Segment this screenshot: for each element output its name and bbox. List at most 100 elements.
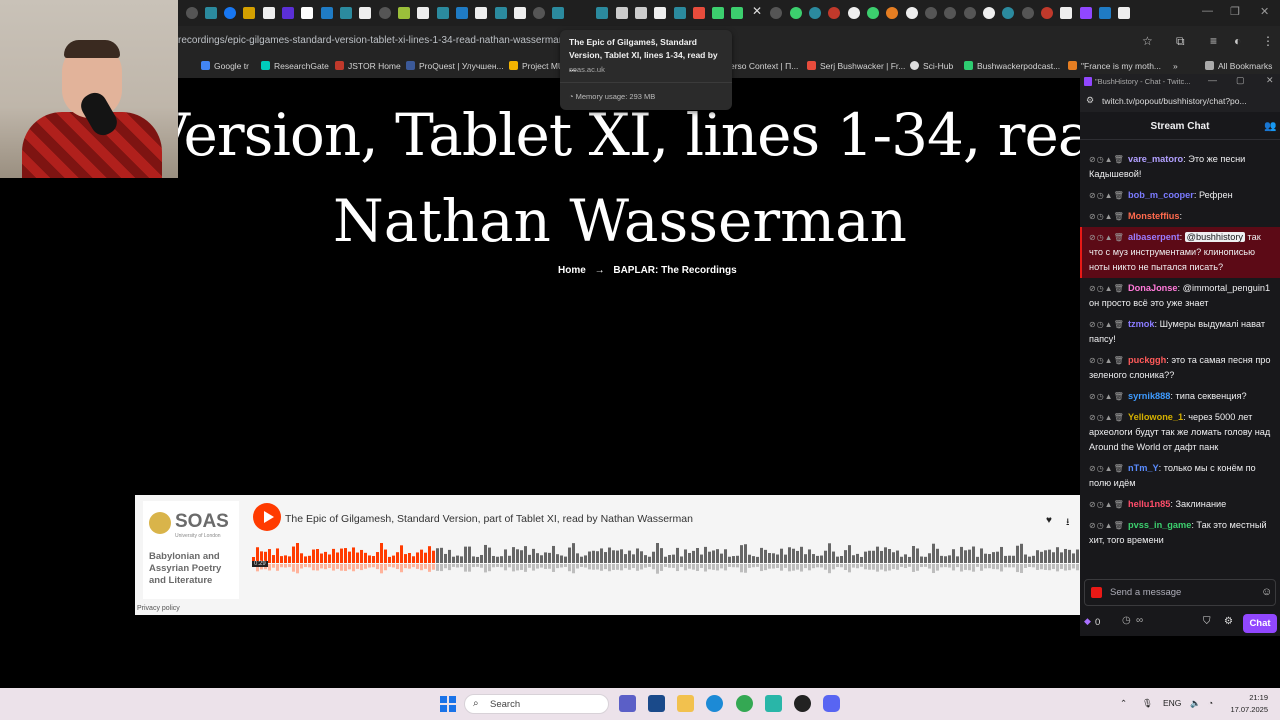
tab-favicon-icon[interactable]: [886, 7, 898, 19]
bookmark-item[interactable]: erso Context | П...: [730, 61, 798, 71]
tab-favicon-icon[interactable]: [514, 7, 526, 19]
tab-favicon-icon[interactable]: [1080, 7, 1092, 19]
minimize-icon[interactable]: —: [1202, 5, 1213, 17]
tab-favicon-icon[interactable]: [635, 7, 647, 19]
chat-send-button[interactable]: Chat: [1243, 614, 1277, 633]
chat-username[interactable]: DonaJonse: [1128, 283, 1178, 293]
bookmark-item[interactable]: Serj Bushwacker | Fr...: [807, 61, 905, 71]
tab-favicon-icon[interactable]: [1002, 7, 1014, 19]
tab-favicon-icon[interactable]: [282, 7, 294, 19]
waveform[interactable]: [252, 543, 1080, 583]
tab-favicon-icon[interactable]: [552, 7, 564, 19]
mod-tools-icon[interactable]: ⊘◷▲🗑: [1089, 464, 1128, 473]
mod-tools-icon[interactable]: ⊘◷▲🗑: [1089, 284, 1128, 293]
chat-username[interactable]: syrnik888: [1128, 391, 1170, 401]
tab-favicon-icon[interactable]: [809, 7, 821, 19]
chat-message[interactable]: ⊘◷▲🗑 Yellowone_1: через 5000 лет археоло…: [1080, 407, 1280, 458]
bookmark-star-icon[interactable]: ☆: [1142, 34, 1153, 48]
tray-overflow-icon[interactable]: ⌃: [1120, 698, 1127, 709]
tab-favicon-icon[interactable]: [379, 7, 391, 19]
tab-favicon-icon[interactable]: [790, 7, 802, 19]
tab-favicon-icon[interactable]: [964, 7, 976, 19]
tab-favicon-icon[interactable]: [243, 7, 255, 19]
tab-favicon-icon[interactable]: [495, 7, 507, 19]
tab-favicon-icon[interactable]: [301, 7, 313, 19]
chat-username[interactable]: tzmok: [1128, 319, 1155, 329]
chat-message[interactable]: ⊘◷▲🗑 puckggh: это та самая песня про зел…: [1080, 350, 1280, 386]
discord-icon[interactable]: [823, 695, 840, 712]
language-indicator[interactable]: ENG: [1163, 698, 1181, 708]
tab-favicon-icon[interactable]: [596, 7, 608, 19]
chat-message[interactable]: ⊘◷▲🗑 DonaJonse: @immortal_penguin1 он пр…: [1080, 278, 1280, 314]
tab-favicon-icon[interactable]: [205, 7, 217, 19]
mic-tray-icon[interactable]: 🎙: [1142, 698, 1153, 709]
tab-favicon-icon[interactable]: [616, 7, 628, 19]
bookmark-item[interactable]: Google tr: [201, 61, 249, 71]
close-window-icon[interactable]: ✕: [1260, 5, 1269, 18]
breadcrumb-current[interactable]: BAPLAR: The Recordings: [613, 265, 736, 276]
chrome-icon[interactable]: [736, 695, 753, 712]
chat-username[interactable]: hellu1n85: [1128, 499, 1170, 509]
obs-icon[interactable]: [794, 695, 811, 712]
tab-favicon-icon[interactable]: [456, 7, 468, 19]
tab-favicon-icon[interactable]: [983, 7, 995, 19]
chat-message[interactable]: ⊘◷▲🗑 albaserpent: @bushhistory так что с…: [1080, 227, 1280, 278]
bookmark-item[interactable]: Project MU: [509, 61, 564, 71]
bookmarks-overflow-button[interactable]: »: [1173, 61, 1178, 71]
tab-favicon-icon[interactable]: [654, 7, 666, 19]
chat-username[interactable]: nTm_Y: [1128, 463, 1159, 473]
mod-tools-icon[interactable]: ⊘◷▲🗑: [1089, 413, 1128, 422]
all-bookmarks-button[interactable]: All Bookmarks: [1205, 61, 1272, 71]
chat-message[interactable]: ⊘◷▲🗑 Monsteffius:: [1080, 206, 1280, 227]
chat-message[interactable]: ⊘◷▲🗑 hellu1n85: Заклинание: [1080, 494, 1280, 515]
channel-points-icon[interactable]: [1091, 587, 1102, 598]
bookmark-item[interactable]: ProQuest | Улучшен...: [406, 61, 504, 71]
close-window-icon[interactable]: ✕: [1266, 75, 1274, 86]
chat-message[interactable]: ⊘◷▲🗑 tzmok: Шумеры выдумалі нават папсу!: [1080, 314, 1280, 350]
bits-icon[interactable]: ◆: [1084, 616, 1091, 627]
tab-favicon-icon[interactable]: [731, 7, 743, 19]
breadcrumb-home-link[interactable]: Home: [558, 265, 586, 276]
like-heart-icon[interactable]: ♥: [1046, 515, 1052, 526]
timer-icon[interactable]: ◷: [1122, 615, 1131, 626]
tab-favicon-icon[interactable]: [925, 7, 937, 19]
tab-favicon-icon[interactable]: [712, 7, 724, 19]
browser-app-icon[interactable]: [765, 695, 782, 712]
chat-message[interactable]: ⊘◷▲🗑 bob_m_cooper: Рефрен: [1080, 185, 1280, 206]
mod-tools-icon[interactable]: ⊘◷▲🗑: [1089, 191, 1128, 200]
maximize-icon[interactable]: ❐: [1230, 5, 1240, 18]
media-icon[interactable]: ≡: [1210, 34, 1217, 48]
tab-favicon-icon[interactable]: [340, 7, 352, 19]
windows-start-icon[interactable]: [440, 696, 456, 712]
soas-logo-box[interactable]: SOAS University of London Babylonian and…: [143, 501, 239, 599]
chat-mention[interactable]: @bushhistory: [1184, 232, 1245, 242]
bookmark-item[interactable]: JSTOR Home: [335, 61, 401, 71]
mod-tools-icon[interactable]: ⊘◷▲🗑: [1089, 233, 1128, 242]
chat-username[interactable]: pvss_in_game: [1128, 520, 1191, 530]
tab-favicon-icon[interactable]: [693, 7, 705, 19]
chat-username[interactable]: Yellowone_1: [1128, 412, 1183, 422]
extensions-icon[interactable]: ⧉: [1176, 34, 1185, 49]
chat-username[interactable]: Monsteffius: [1128, 211, 1180, 221]
tab-favicon-icon[interactable]: [533, 7, 545, 19]
gear-icon[interactable]: ⚙: [1224, 616, 1233, 627]
chat-message[interactable]: ⊘◷▲🗑 pvss_in_game: Так это местный хит, …: [1080, 515, 1280, 551]
edge-icon[interactable]: [706, 695, 723, 712]
profile-icon[interactable]: ◐: [1234, 34, 1241, 48]
bookmark-item[interactable]: Bushwackerpodcast...: [964, 61, 1060, 71]
mod-tools-icon[interactable]: ⊘◷▲🗑: [1089, 212, 1128, 221]
url-field[interactable]: recordings/epic-gilgames-standard-versio…: [178, 35, 564, 46]
bookmark-item[interactable]: Sci-Hub: [910, 61, 953, 71]
chat-username[interactable]: bob_m_cooper: [1128, 190, 1194, 200]
close-tab-icon[interactable]: ✕: [752, 4, 762, 18]
tab-favicon-icon[interactable]: [321, 7, 333, 19]
chat-message[interactable]: ⊘◷▲🗑 nTm_Y: только мы с конём по полю ид…: [1080, 458, 1280, 494]
tab-favicon-icon[interactable]: [770, 7, 782, 19]
chat-message[interactable]: ⊘◷▲🗑 syrnik888: типа секвенция?: [1080, 386, 1280, 407]
tab-favicon-icon[interactable]: [359, 7, 371, 19]
download-icon[interactable]: ⭳: [1066, 515, 1070, 532]
tab-favicon-icon[interactable]: [674, 7, 686, 19]
tab-favicon-icon[interactable]: [1118, 7, 1130, 19]
chat-username[interactable]: albaserpent: [1128, 232, 1180, 242]
play-button[interactable]: [253, 503, 281, 531]
